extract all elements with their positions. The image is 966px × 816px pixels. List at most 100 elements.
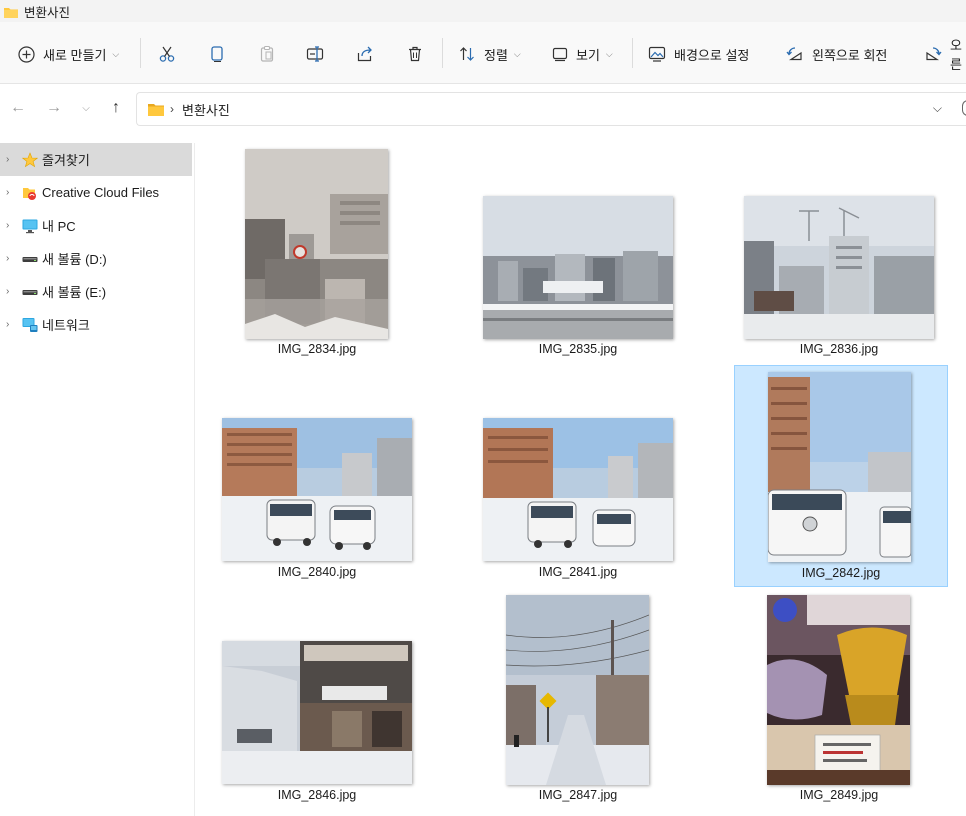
nav-item-label: 네트워크 [42, 318, 90, 333]
window-title: 변환사진 [24, 5, 71, 20]
chevron-down-icon: ⌵ [112, 48, 120, 59]
rename-button[interactable] [306, 38, 325, 70]
copy-icon [208, 45, 226, 63]
expand-chevron-icon[interactable]: › [6, 187, 16, 198]
address-bar[interactable]: › 변환사진 ⌵ [136, 92, 966, 126]
chevron-down-icon: ⌵ [513, 48, 521, 59]
view-button[interactable]: 보기 ⌵ [552, 38, 613, 70]
file-tile[interactable]: IMG_2849.jpg [732, 588, 946, 810]
rotate-left-icon [786, 45, 804, 63]
share-button[interactable] [356, 38, 374, 70]
expand-chevron-icon[interactable]: › [6, 253, 16, 264]
chevron-down-icon: ⌵ [605, 48, 613, 59]
plus-circle-icon [18, 45, 35, 63]
set-background-button[interactable]: 배경으로 설정 [648, 38, 749, 70]
expand-chevron-icon[interactable]: › [6, 286, 16, 297]
forward-arrow-icon[interactable]: → [44, 98, 64, 118]
file-tile[interactable]: IMG_2840.jpg [210, 365, 424, 587]
file-list: IMG_2834.jpg IMG_2835.jpg IMG_2836.jpg I… [196, 132, 966, 816]
expand-chevron-icon[interactable]: › [6, 154, 16, 165]
rotate-right-label: 오른 [950, 38, 962, 72]
creative-cloud-icon [22, 185, 38, 201]
file-name: IMG_2847.jpg [538, 788, 618, 802]
file-name: IMG_2842.jpg [801, 566, 881, 580]
file-name: IMG_2836.jpg [799, 342, 879, 356]
delete-button[interactable] [406, 38, 424, 70]
network-icon [22, 317, 38, 333]
nav-item-favorites[interactable]: › 즐겨찾기 [0, 143, 192, 176]
rotate-right-icon [924, 45, 942, 63]
address-row: ← → ⌵ ↑ › 변환사진 ⌵ [0, 84, 966, 132]
image-thumbnail [245, 149, 388, 339]
file-name: IMG_2849.jpg [799, 788, 879, 802]
cut-button[interactable] [158, 38, 176, 70]
address-dropdown-icon[interactable]: ⌵ [933, 101, 942, 116]
file-tile[interactable]: IMG_2834.jpg [210, 142, 424, 364]
image-thumbnail [767, 595, 910, 785]
back-arrow-icon[interactable]: ← [8, 98, 28, 118]
view-icon [552, 46, 568, 62]
rename-icon [306, 45, 325, 63]
file-tile[interactable]: IMG_2836.jpg [732, 142, 946, 364]
clipboard-icon [258, 45, 276, 63]
image-thumbnail [744, 196, 934, 339]
image-thumbnail [222, 641, 412, 784]
recent-chevron-icon[interactable]: ⌵ [76, 98, 96, 118]
navigation-pane: › 즐겨찾기 › Creative Cloud Files › 내 PC › 새… [0, 143, 195, 816]
file-tile[interactable]: IMG_2846.jpg [210, 588, 424, 810]
trash-icon [406, 45, 424, 63]
new-button[interactable]: 새로 만들기 ⌵ [18, 38, 119, 70]
breadcrumb[interactable]: 변환사진 [182, 100, 230, 119]
file-tile[interactable]: IMG_2847.jpg [471, 588, 685, 810]
share-icon [356, 45, 374, 63]
sort-arrows-icon [458, 45, 476, 63]
sort-button[interactable]: 정렬 ⌵ [458, 38, 521, 70]
monitor-icon [22, 218, 38, 234]
file-name: IMG_2841.jpg [538, 565, 618, 579]
wallpaper-icon [648, 45, 666, 63]
file-name: IMG_2840.jpg [277, 565, 357, 579]
nav-item-volume-e[interactable]: › 새 볼륨 (E:) [0, 275, 194, 308]
expand-chevron-icon[interactable]: › [6, 319, 16, 330]
nav-item-volume-d[interactable]: › 새 볼륨 (D:) [0, 242, 194, 275]
nav-item-label: 새 볼륨 (D:) [42, 252, 107, 267]
rotate-right-button[interactable]: 오른 [924, 38, 966, 72]
toolbar-divider [632, 38, 633, 68]
new-button-label: 새로 만들기 [43, 47, 107, 63]
expand-chevron-icon[interactable]: › [6, 220, 16, 231]
file-name: IMG_2834.jpg [277, 342, 357, 356]
rotate-left-button[interactable]: 왼쪽으로 회전 [786, 38, 887, 70]
folder-icon [148, 103, 164, 116]
scissors-icon [158, 45, 176, 63]
image-thumbnail [768, 372, 911, 562]
file-tile-selected[interactable]: IMG_2842.jpg [734, 365, 948, 587]
image-thumbnail [483, 418, 673, 561]
copy-button[interactable] [208, 38, 226, 70]
paste-button[interactable] [258, 38, 276, 70]
nav-item-label: 새 볼륨 (E:) [42, 285, 107, 300]
star-icon [22, 151, 38, 168]
nav-item-label: 내 PC [42, 219, 76, 234]
nav-item-label: 즐겨찾기 [42, 153, 90, 168]
drive-icon [22, 284, 38, 300]
toolbar-divider [442, 38, 443, 68]
nav-item-network[interactable]: › 네트워크 [0, 308, 194, 341]
file-tile[interactable]: IMG_2841.jpg [471, 365, 685, 587]
sort-button-label: 정렬 [484, 47, 508, 63]
view-button-label: 보기 [576, 47, 600, 63]
command-bar: 새로 만들기 ⌵ 정렬 ⌵ 보기 ⌵ 배경으로 설정 왼쪽으로 회전 오른 [0, 22, 966, 84]
image-thumbnail [222, 418, 412, 561]
refresh-icon[interactable] [962, 100, 966, 116]
title-bar: 변환사진 [0, 0, 966, 22]
file-tile[interactable]: IMG_2835.jpg [471, 142, 685, 364]
drive-icon [22, 251, 38, 267]
file-name: IMG_2835.jpg [538, 342, 618, 356]
rotate-left-label: 왼쪽으로 회전 [812, 47, 888, 63]
up-arrow-icon[interactable]: ↑ [106, 98, 126, 118]
file-name: IMG_2846.jpg [277, 788, 357, 802]
nav-item-creative-cloud[interactable]: › Creative Cloud Files [0, 176, 194, 209]
image-thumbnail [483, 196, 673, 339]
breadcrumb-separator: › [170, 102, 174, 116]
nav-item-label: Creative Cloud Files [42, 185, 160, 200]
nav-item-this-pc[interactable]: › 내 PC [0, 209, 194, 242]
